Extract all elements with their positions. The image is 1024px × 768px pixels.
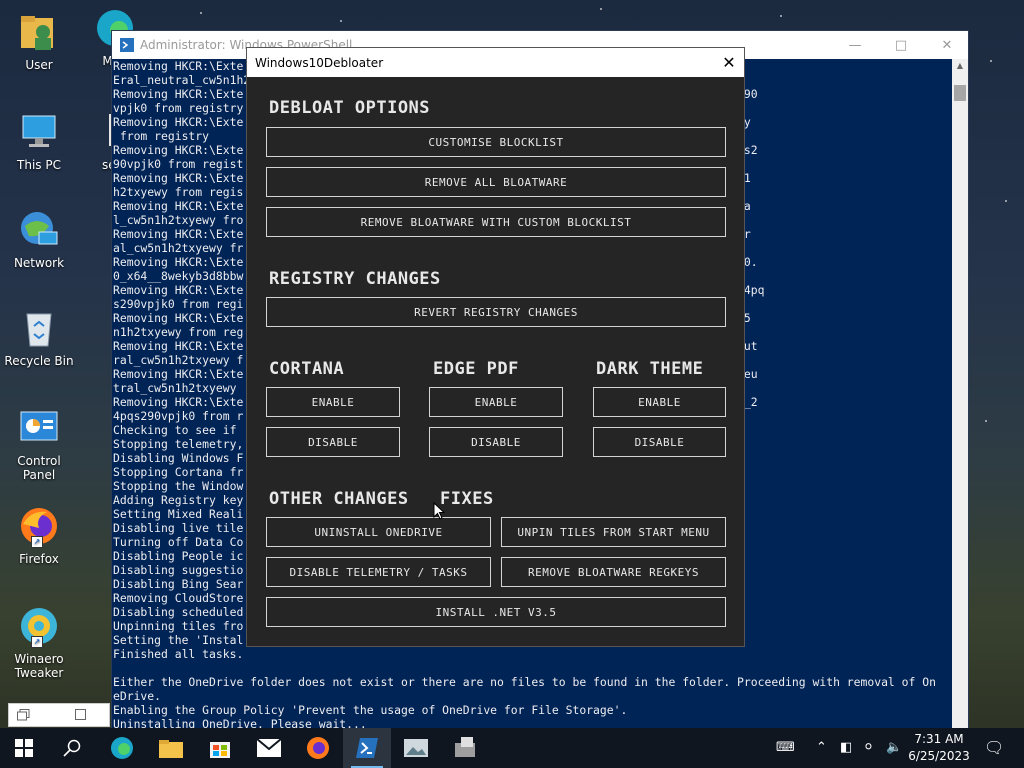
desktop-icon-firefox[interactable]: ↗ Firefox [4,504,74,566]
debloater-window[interactable]: Windows10Debloater ✕ DEBLOAT OPTIONS CUS… [246,47,745,647]
powershell-icon [120,38,134,52]
section-cortana: CORTANA [269,359,345,379]
taskbar-firefox[interactable] [294,728,342,768]
file-explorer-icon [159,740,183,758]
desktop-icon-control-panel[interactable]: Control Panel [4,406,74,482]
clock-time: 7:31 AM [914,732,964,746]
search-icon [63,739,81,757]
debloater-title-bar[interactable]: Windows10Debloater ✕ [247,48,744,77]
scroll-thumb[interactable] [954,85,966,101]
taskbar-photos[interactable] [392,728,440,768]
notification-icon[interactable]: 🗨 [984,738,1004,757]
console-scrollbar[interactable]: ▲ [952,59,968,731]
winaero-icon: ↗ [17,604,61,648]
section-fixes: FIXES [440,489,494,509]
remove-bloatware-custom-button[interactable]: REMOVE BLOATWARE WITH CUSTOM BLOCKLIST [266,207,726,237]
mouse-cursor-icon [433,502,445,520]
taskbar-edge[interactable] [98,728,146,768]
section-edge-pdf: EDGE PDF [433,359,519,379]
desktop-icon-label: This PC [17,158,61,172]
minimized-window-strip[interactable] [8,703,110,727]
control-panel-icon [17,406,61,450]
taskbar-store[interactable] [196,728,244,768]
volume-muted-icon[interactable]: 🔈 [886,740,902,755]
maximize-icon[interactable] [75,709,87,721]
console-line: Finished all tasks. [113,647,244,661]
desktop-icon-label: Firefox [19,552,59,566]
photos-icon [404,739,428,757]
meet-now-icon[interactable]: ◧ [840,740,852,755]
remove-regkeys-button[interactable]: REMOVE BLOATWARE REGKEYS [501,557,726,587]
maximize-button[interactable]: □ [878,31,924,59]
firefox-icon [307,737,329,759]
cortana-disable-button[interactable]: DISABLE [266,427,400,457]
shortcut-arrow-icon: ↗ [31,636,43,648]
dark-theme-disable-button[interactable]: DISABLE [593,427,726,457]
console-line: Enabling the Group Policy 'Prevent the u… [113,703,628,717]
edge-pdf-enable-button[interactable]: ENABLE [429,387,563,417]
taskbar-mail[interactable] [245,728,293,768]
disable-telemetry-button[interactable]: DISABLE TELEMETRY / TASKS [266,557,491,587]
unpin-tiles-button[interactable]: UNPIN TILES FROM START MENU [501,517,726,547]
recycle-bin-icon [17,306,61,350]
console-line: Either the OneDrive folder does not exis… [113,675,936,689]
taskbar-file-explorer[interactable] [147,728,195,768]
edge-pdf-disable-button[interactable]: DISABLE [429,427,563,457]
user-folder-icon [17,10,61,54]
scroll-up-arrow-icon[interactable]: ▲ [952,61,968,75]
close-icon[interactable]: ✕ [714,48,744,77]
firefox-icon: ↗ [17,504,61,548]
section-other-changes: OTHER CHANGES [269,489,409,509]
cortana-enable-button[interactable]: ENABLE [266,387,400,417]
language-icon[interactable]: ⚪ [863,740,874,755]
install-net-button[interactable]: INSTALL .NET V3.5 [266,597,726,627]
desktop-icon-this-pc[interactable]: This PC [4,110,74,172]
desktop-icon-winaero-tweaker[interactable]: ↗ Winaero Tweaker [4,604,74,680]
debloater-title: Windows10Debloater [255,55,384,70]
taskbar-setup[interactable] [441,728,489,768]
desktop-icon-user[interactable]: User [4,10,74,72]
section-registry-changes: REGISTRY CHANGES [269,269,441,289]
close-button[interactable]: ✕ [924,31,970,59]
mail-icon [257,739,281,757]
section-debloat-options: DEBLOAT OPTIONS [269,98,431,118]
desktop-icon-label: Recycle Bin [4,354,74,368]
powershell-icon [356,738,378,758]
minimize-button[interactable]: — [832,31,878,59]
shortcut-arrow-icon: ↗ [31,536,43,548]
desktop-icon-label: User [25,58,53,72]
taskbar: ⌨ ⌃ ◧ ⚪ 🔈 7:31 AM 6/25/2023 🗨 [0,728,1024,768]
desktop-icon-network[interactable]: Network [4,208,74,270]
restore-icon[interactable] [17,709,31,721]
search-button[interactable] [48,728,96,768]
uninstall-onedrive-button[interactable]: UNINSTALL ONEDRIVE [266,517,491,547]
desktop-icon-label: Network [13,256,65,270]
start-icon [15,739,33,757]
system-clock[interactable]: 7:31 AM 6/25/2023 [906,731,972,765]
remove-all-bloatware-button[interactable]: REMOVE ALL BLOATWARE [266,167,726,197]
edge-icon [111,737,133,759]
clock-date: 6/25/2023 [908,749,970,763]
revert-registry-button[interactable]: REVERT REGISTRY CHANGES [266,297,726,327]
start-button[interactable] [0,728,48,768]
section-dark-theme: DARK THEME [596,359,704,379]
customise-blocklist-button[interactable]: CUSTOMISE BLOCKLIST [266,127,726,157]
desktop-icon-label: Control Panel [17,454,61,482]
dark-theme-enable-button[interactable]: ENABLE [593,387,726,417]
store-icon [210,742,230,758]
setup-icon [455,737,475,757]
desktop-icon-label: Winaero Tweaker [14,652,64,680]
taskbar-powershell[interactable] [343,728,391,768]
network-icon [17,208,61,252]
computer-icon [17,110,61,154]
chevron-up-icon[interactable]: ⌃ [816,740,827,755]
console-line: eDrive. [113,689,162,703]
desktop-icon-recycle-bin[interactable]: Recycle Bin [4,306,74,368]
keyboard-icon[interactable]: ⌨ [776,740,795,755]
